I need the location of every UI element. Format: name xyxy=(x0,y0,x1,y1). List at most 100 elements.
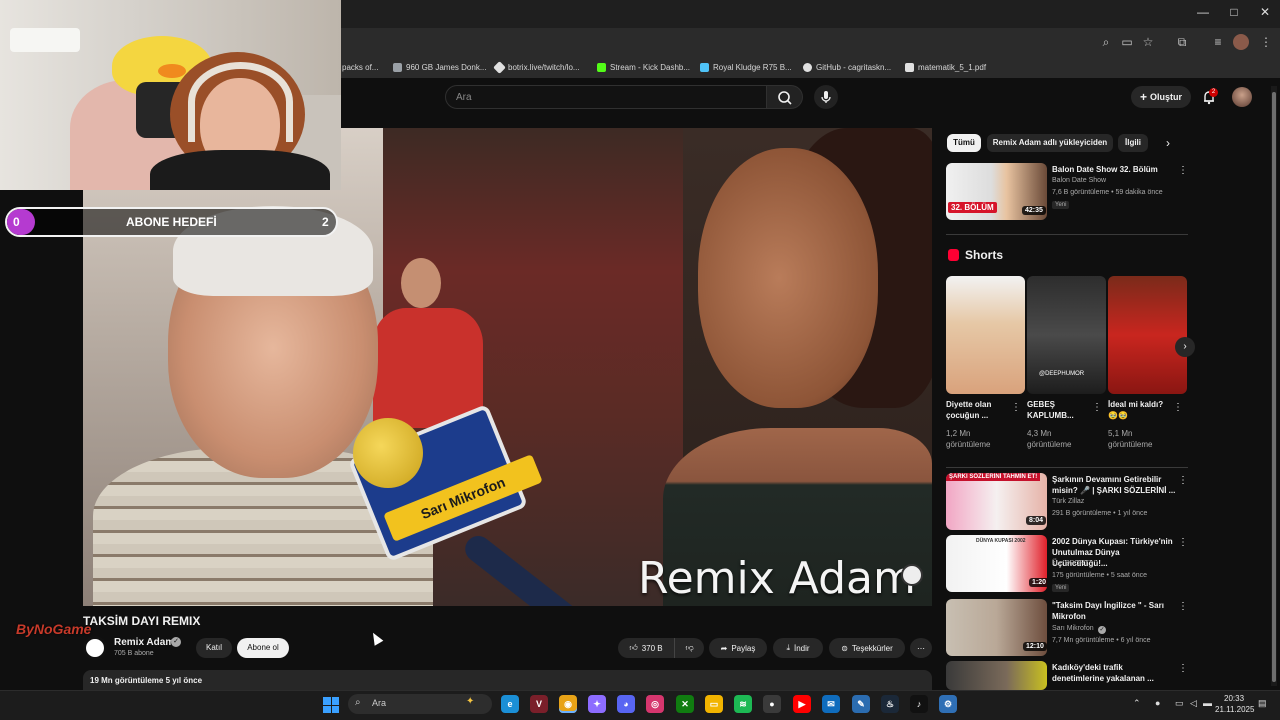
notification-center-icon[interactable]: ▤ xyxy=(1258,698,1267,709)
tiktok-icon[interactable]: ♪ xyxy=(910,695,928,713)
mail-icon[interactable]: ✉ xyxy=(822,695,840,713)
shorts-icon xyxy=(948,249,959,261)
rec-channel[interactable]: kLc SPORT xyxy=(1052,560,1089,567)
share-button[interactable]: ➦ Paylaş xyxy=(709,638,767,658)
more-vertical-icon[interactable]: ⋮ xyxy=(1178,537,1188,548)
more-vertical-icon[interactable]: ⋮ xyxy=(1178,663,1188,674)
short-thumbnail[interactable]: @DEEPHUMOR xyxy=(1027,276,1106,394)
search-button[interactable] xyxy=(767,85,803,109)
app-gear-icon[interactable]: ⚙ xyxy=(939,695,957,713)
channel-avatar[interactable] xyxy=(83,636,107,660)
address-bar[interactable] xyxy=(345,31,1165,53)
steam-icon[interactable]: ♨ xyxy=(881,695,899,713)
spotify-icon[interactable]: ≋ xyxy=(734,695,752,713)
search-input[interactable]: Ara xyxy=(445,85,767,109)
rec-title[interactable]: "Taksim Dayı İngilizce " - Sarı Mikrofon xyxy=(1052,600,1177,622)
tab-search-icon[interactable]: ≡ xyxy=(1210,34,1226,50)
microphone-icon[interactable]: ● xyxy=(1155,698,1160,708)
bookmark-star-icon[interactable]: ☆ xyxy=(1140,34,1156,50)
folder-icon xyxy=(393,62,402,72)
rec-thumbnail[interactable]: DÜNYA KUPASI 2002 1:20 xyxy=(946,535,1047,592)
discord-icon[interactable]: ◕ xyxy=(617,695,635,713)
youtube-icon[interactable]: ▶ xyxy=(793,695,811,713)
chip-from-uploader[interactable]: Remix Adam adlı yükleyiciden xyxy=(987,134,1113,152)
rec-channel[interactable]: Türk Zillaz xyxy=(1052,498,1084,505)
microphone-icon xyxy=(821,91,831,103)
bookmark-item[interactable]: Royal Kludge R75 B... xyxy=(700,60,792,74)
download-button[interactable]: ⤓ İndir xyxy=(773,638,823,658)
clock-time[interactable]: 20:33 xyxy=(1224,694,1244,703)
minimize-button[interactable]: — xyxy=(1188,5,1218,23)
close-window-button[interactable]: ✕ xyxy=(1250,5,1280,23)
short-thumbnail[interactable] xyxy=(946,276,1025,394)
chip-all[interactable]: Tümü xyxy=(947,134,981,152)
rec-thumbnail[interactable]: 32. BÖLÜM 42:35 xyxy=(946,163,1047,220)
bookmark-item[interactable]: 960 GB James Donk... xyxy=(393,60,486,74)
chevron-right-icon[interactable]: › xyxy=(1166,136,1170,150)
chrome-icon[interactable]: ◉ xyxy=(559,695,577,713)
streamer-logo: ByNoGame xyxy=(16,621,92,637)
volume-icon[interactable]: ◁ xyxy=(1190,698,1197,709)
description-box[interactable] xyxy=(83,670,932,690)
shorts-next-button[interactable]: › xyxy=(1175,337,1195,357)
bookmark-item[interactable]: matematik_5_1.pdf xyxy=(905,60,986,74)
create-button[interactable]: + Oluştur xyxy=(1131,86,1191,108)
rec-title[interactable]: Şarkının Devamını Getirebilir misin? 🎤 |… xyxy=(1052,474,1177,496)
chevron-up-icon[interactable]: ⌃ xyxy=(1133,698,1141,709)
battery-icon[interactable]: ▬ xyxy=(1203,698,1212,708)
diamond-icon xyxy=(493,60,506,74)
app-v-icon[interactable]: V xyxy=(530,695,548,713)
thanks-button[interactable]: ⊜ Teşekkürler xyxy=(829,638,905,658)
bookmark-item[interactable]: packs of... xyxy=(342,60,378,74)
bookmark-item[interactable]: Stream - Kick Dashb... xyxy=(597,60,690,74)
rec-thumbnail[interactable] xyxy=(946,661,1047,690)
more-vertical-icon[interactable]: ⋮ xyxy=(1173,402,1183,413)
xbox-icon[interactable]: ✕ xyxy=(676,695,694,713)
subscribe-button[interactable]: Abone ol xyxy=(237,638,289,658)
more-vertical-icon[interactable]: ⋮ xyxy=(1092,402,1102,413)
notes-icon[interactable]: ✎ xyxy=(852,695,870,713)
obs-icon[interactable]: ● xyxy=(763,695,781,713)
more-vertical-icon[interactable]: ⋮ xyxy=(1011,402,1021,413)
rec-thumbnail[interactable]: ŞARKI SÖZLERİNİ TAHMİN ET! 8:04 xyxy=(946,473,1047,530)
rec-title[interactable]: Kadıköy'deki trafik denetimlerine yakala… xyxy=(1052,662,1177,684)
file-explorer-icon[interactable]: ▭ xyxy=(705,695,723,713)
rec-thumbnail[interactable]: 12:10 xyxy=(946,599,1047,656)
edge-icon[interactable]: e xyxy=(501,695,519,713)
profile-icon[interactable] xyxy=(1233,34,1249,50)
dislike-button[interactable]: 👎︎ xyxy=(674,638,704,658)
menu-kebab-icon[interactable]: ⋮ xyxy=(1258,34,1274,50)
video-player[interactable]: Sarı Mikrofon Remix Adam xyxy=(83,128,932,606)
zoom-icon[interactable]: ⌕ xyxy=(1098,34,1114,50)
short-title[interactable]: Diyette olan çocuğun ... xyxy=(946,399,1008,421)
more-actions-button[interactable]: ⋯ xyxy=(910,638,932,658)
rec-title[interactable]: Balon Date Show 32. Bölüm xyxy=(1052,164,1177,175)
voice-search-button[interactable] xyxy=(814,85,838,109)
cast-icon[interactable]: ▭ xyxy=(1119,34,1135,50)
thumbnail-text: @DEEPHUMOR xyxy=(1039,371,1085,377)
account-avatar[interactable] xyxy=(1232,87,1252,107)
extensions-icon[interactable]: ⧉ xyxy=(1174,34,1190,50)
channel-subscriber-count: 705 B abone xyxy=(114,650,154,657)
bookmark-item[interactable]: GitHub - cagritaskn... xyxy=(803,60,891,74)
scrollbar-thumb[interactable] xyxy=(1272,92,1276,682)
network-icon[interactable]: ▭ xyxy=(1175,698,1184,709)
short-title[interactable]: GEBEŞ KAPLUMB... xyxy=(1027,399,1089,421)
short-thumbnail[interactable] xyxy=(1108,276,1187,394)
more-vertical-icon[interactable]: ⋮ xyxy=(1178,475,1188,486)
channel-name[interactable]: Remix Adam xyxy=(114,637,174,648)
rec-channel[interactable]: Sarı Mikrofon xyxy=(1052,625,1094,632)
copilot-icon[interactable]: ✦ xyxy=(588,695,606,713)
windows-start-icon[interactable] xyxy=(323,697,339,713)
more-vertical-icon[interactable]: ⋮ xyxy=(1178,165,1188,176)
maximize-button[interactable]: □ xyxy=(1219,5,1249,23)
short-title[interactable]: İdeal mi kaldı? 🥹🥹 xyxy=(1108,399,1170,421)
instagram-icon[interactable]: ◎ xyxy=(646,695,664,713)
join-button[interactable]: Katıl xyxy=(196,638,232,658)
bookmark-item[interactable]: botrix.live/twitch/lo... xyxy=(493,60,580,74)
rec-channel[interactable]: Balon Date Show xyxy=(1052,177,1106,184)
more-vertical-icon[interactable]: ⋮ xyxy=(1178,601,1188,612)
clock-date[interactable]: 21.11.2025 xyxy=(1215,705,1254,714)
like-button[interactable]: 👍︎ 370 B xyxy=(618,638,674,658)
chip-related[interactable]: İlgili xyxy=(1118,134,1148,152)
